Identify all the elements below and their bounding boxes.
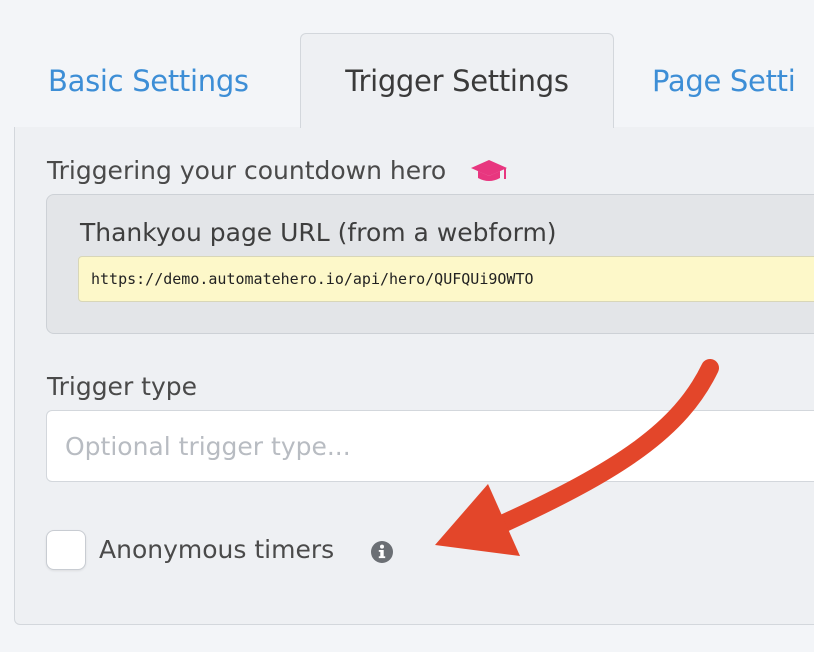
thankyou-url-field[interactable]: https://demo.automatehero.io/api/hero/QU…: [78, 256, 814, 302]
tab-basic-settings[interactable]: Basic Settings: [48, 33, 264, 128]
section-title: Triggering your countdown hero: [47, 156, 508, 185]
graduation-cap-icon[interactable]: [470, 157, 508, 185]
trigger-type-label: Trigger type: [47, 372, 198, 401]
info-icon[interactable]: [370, 540, 394, 564]
anonymous-timers-checkbox[interactable]: [46, 530, 86, 570]
tab-bar: Basic Settings Trigger Settings Page Set…: [0, 0, 814, 128]
url-label: Thankyou page URL (from a webform): [80, 218, 557, 247]
tab-trigger-settings[interactable]: Trigger Settings: [300, 33, 614, 128]
section-title-text: Triggering your countdown hero: [47, 156, 447, 185]
anonymous-timers-label[interactable]: Anonymous timers: [99, 535, 334, 564]
tab-page-settings[interactable]: Page Setti: [652, 33, 814, 128]
trigger-type-input[interactable]: Optional trigger type...: [46, 410, 814, 482]
